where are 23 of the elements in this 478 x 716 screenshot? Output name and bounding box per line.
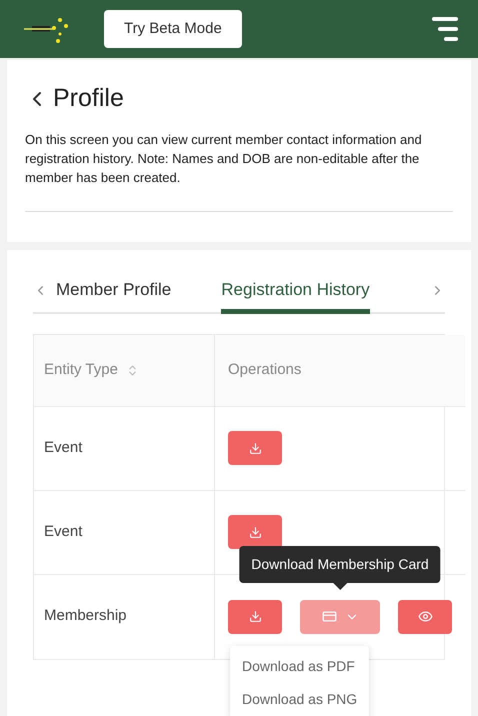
card-icon [322,609,336,624]
card-menu-button[interactable] [300,600,380,634]
menu-icon[interactable] [432,15,458,43]
page-description: On this screen you can view current member contact information and registration history. Note: Names and DOB are non-editable after the member has been created. [25,130,423,186]
table-cell-text: Membership [44,606,127,626]
tooltip-arrow-icon [333,582,347,590]
table-cell-text: Event [44,522,82,542]
menu-item[interactable]: Download as PNG [230,682,370,716]
view-button[interactable] [398,600,452,634]
eye-icon [418,609,432,624]
menu-item[interactable]: Download as PDF [230,650,370,682]
download-button[interactable] [228,515,282,549]
column-header: Operations [228,360,302,380]
download-icon [248,442,262,454]
column-header: Entity Type [44,360,118,380]
page-title: Profile [53,83,124,114]
download-icon [248,610,262,623]
tooltip: Download Membership Card [239,546,441,582]
tab[interactable]: Member Profile [56,277,172,314]
download-icon [248,526,262,538]
table-cell-text: Event [44,438,82,458]
beta-mode-button[interactable]: Try Beta Mode [104,10,242,48]
tab[interactable]: Registration History [221,277,370,314]
